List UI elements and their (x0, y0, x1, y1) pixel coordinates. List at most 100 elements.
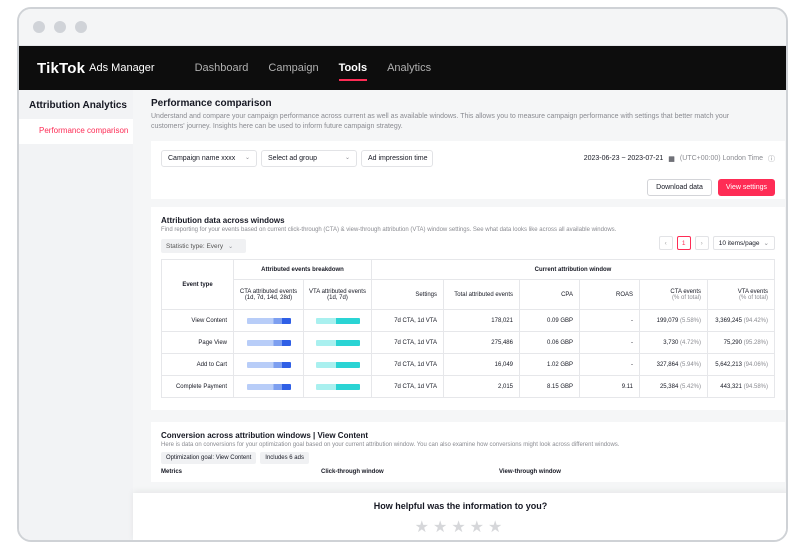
row-cta-events: 327,864 (5.94%) (639, 353, 708, 376)
row-vta-events: 75,290 (95.28%) (707, 331, 775, 354)
ad-impression-time-select[interactable]: Ad impression time ⌄ (361, 150, 433, 167)
row-total: 2,015 (443, 375, 520, 398)
vta-value: 5,642,213 (715, 361, 742, 368)
table-row: Page View 7d CTA, 1d VTA 275,486 0.06 GB… (161, 331, 775, 354)
cta-bar-cell (233, 309, 304, 332)
calendar-icon: ▦ (668, 155, 675, 163)
cta-value: 327,864 (656, 361, 679, 368)
cta-pct: (5.42%) (679, 383, 701, 390)
vta-breakdown-bar (315, 383, 360, 390)
statistic-type-select[interactable]: Statistic type: Every ⌄ (161, 239, 246, 253)
cta-value: 3,730 (663, 339, 679, 346)
conversion-subtitle: Here is data on conversions for your opt… (161, 442, 620, 448)
table-row: Add to Cart 7d CTA, 1d VTA 16,049 1.02 G… (161, 353, 775, 376)
ad-time-select-value: Ad impression time (368, 155, 428, 162)
campaign-select-value: Campaign name xxxx (168, 155, 236, 162)
cta-events-sub: (% of total) (671, 294, 701, 301)
chevron-down-icon: ⌄ (763, 240, 769, 247)
row-cta-events: 3,730 (4.72%) (639, 331, 708, 354)
tiktok-logo[interactable]: TikTok (37, 60, 85, 77)
row-total: 178,021 (443, 309, 520, 332)
row-total: 16,049 (443, 353, 520, 376)
cta-breakdown-bar (246, 383, 291, 390)
vta-value: 75,290 (723, 339, 742, 346)
filter-panel: Campaign name xxxx ⌄ Select ad group ⌄ A… (151, 141, 785, 199)
vta-breakdown-bar (315, 339, 360, 346)
vta-pct: (94.42%) (743, 317, 768, 324)
cta-breakdown-bar (246, 361, 291, 368)
row-settings: 7d CTA, 1d VTA (371, 331, 444, 354)
row-cpa: 1.02 GBP (519, 353, 580, 376)
window-maximize-dot[interactable] (75, 21, 87, 33)
table-row: View Content 7d CTA, 1d VTA 178,021 0.09… (161, 309, 775, 332)
view-settings-button[interactable]: View settings (717, 179, 775, 196)
row-roas: 9.11 (579, 375, 640, 398)
page-number[interactable]: 1 (676, 236, 691, 250)
conversion-title: Conversion across attribution windows | … (161, 431, 369, 440)
row-cta-events: 25,384 (5.42%) (639, 375, 708, 398)
items-per-page-select[interactable]: 10 items/page ⌄ (712, 236, 775, 250)
conversion-card: Conversion across attribution windows | … (151, 422, 785, 482)
feedback-panel: How helpful was the information to you? … (133, 493, 786, 540)
header-total: Total attributed events (443, 279, 520, 310)
row-settings: 7d CTA, 1d VTA (371, 353, 444, 376)
header-settings: Settings (371, 279, 444, 310)
download-data-button[interactable]: Download data (647, 179, 712, 196)
attribution-subtitle: Find reporting for your events based on … (161, 227, 617, 233)
ad-group-select-value: Select ad group (268, 155, 318, 162)
attribution-table: Event type Attributed events breakdown C… (161, 259, 775, 398)
chevron-down-icon: ⌄ (420, 155, 426, 161)
nav-tools[interactable]: Tools (329, 46, 378, 90)
campaign-select[interactable]: Campaign name xxxx ⌄ (161, 150, 257, 167)
chevron-down-icon: ⌄ (344, 155, 350, 161)
nav-campaign[interactable]: Campaign (258, 46, 328, 90)
items-per-page-value: 10 items/page (718, 239, 760, 247)
date-range-picker[interactable]: 2023-06-23 ~ 2023-07-21 ▦ (UTC+00:00) Lo… (584, 150, 775, 167)
cta-bar-cell (233, 331, 304, 354)
cta-breakdown-bar (246, 339, 291, 346)
row-vta-events: 443,321 (94.58%) (707, 375, 775, 398)
col-click-through: Click-through window (321, 469, 384, 475)
header-breakdown-group: Attributed events breakdown (233, 259, 372, 280)
ads-manager-label: Ads Manager (89, 62, 155, 74)
header-roas: ROAS (579, 279, 640, 310)
cta-pct: (5.94%) (679, 361, 701, 368)
vta-pct: (94.06%) (743, 361, 768, 368)
main-nav: Dashboard Campaign Tools Analytics (185, 46, 442, 90)
vta-bar-cell (303, 353, 372, 376)
cta-pct: (4.72%) (679, 339, 701, 346)
vta-pct: (95.28%) (743, 339, 768, 346)
row-roas: - (579, 331, 640, 354)
row-vta-events: 5,642,213 (94.06%) (707, 353, 775, 376)
vta-value: 443,321 (720, 383, 742, 390)
cta-value: 25,384 (659, 383, 679, 390)
optimization-goal-chip: Optimization goal: View Content (161, 452, 257, 464)
row-cpa: 8.15 GBP (519, 375, 580, 398)
window-minimize-dot[interactable] (54, 21, 66, 33)
row-event: Add to Cart (161, 353, 234, 376)
top-navigation-bar: TikTok Ads Manager Dashboard Campaign To… (19, 46, 786, 90)
ad-group-select[interactable]: Select ad group ⌄ (261, 150, 357, 167)
prev-page-icon[interactable]: ‹ (658, 236, 673, 250)
sidebar-item-performance-comparison[interactable]: Performance comparison (19, 119, 133, 144)
row-event: Complete Payment (161, 375, 234, 398)
row-event: View Content (161, 309, 234, 332)
includes-ads-chip: Includes 6 ads (260, 452, 309, 464)
row-cpa: 0.06 GBP (519, 331, 580, 354)
vta-bar-cell (303, 331, 372, 354)
attribution-card: Attribution data across windows Find rep… (151, 207, 785, 410)
row-settings: 7d CTA, 1d VTA (371, 375, 444, 398)
header-cpa: CPA (519, 279, 580, 310)
header-cta-attributed: CTA attributed events (1d, 7d, 14d, 28d) (233, 279, 304, 310)
nav-analytics[interactable]: Analytics (377, 46, 441, 90)
attribution-title: Attribution data across windows (161, 216, 285, 225)
star-rating[interactable]: ★★★★★ (133, 517, 786, 537)
row-vta-events: 3,369,245 (94.42%) (707, 309, 775, 332)
sidebar: Attribution Analytics Performance compar… (19, 90, 133, 540)
row-total: 275,486 (443, 331, 520, 354)
window-titlebar (19, 9, 786, 46)
window-close-dot[interactable] (33, 21, 45, 33)
header-event-type: Event type (161, 259, 234, 310)
nav-dashboard[interactable]: Dashboard (185, 46, 259, 90)
next-page-icon[interactable]: › (694, 236, 709, 250)
